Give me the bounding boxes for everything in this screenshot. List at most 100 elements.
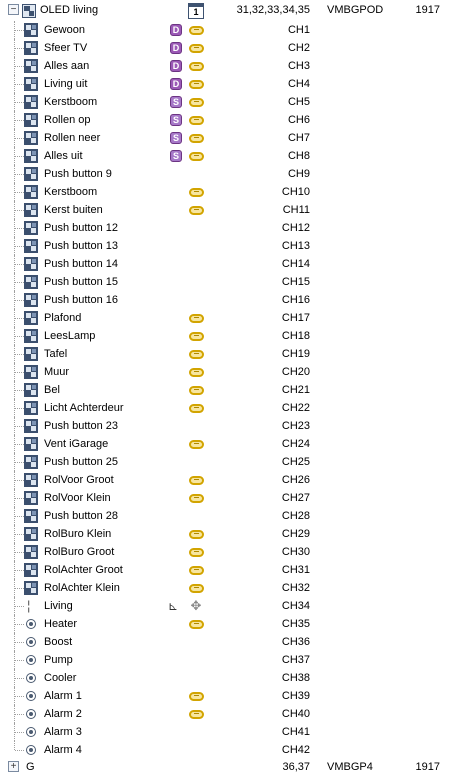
tree-line	[15, 48, 24, 49]
link-chain-icon[interactable]	[189, 548, 204, 557]
row-channel: CH38	[281, 672, 310, 684]
link-chain-icon[interactable]	[189, 314, 204, 323]
tree-parent-oled-living[interactable]: − OLED living 1 31,32,33,34,35 VMBGPOD 1…	[0, 0, 449, 21]
tree-row[interactable]: Sfeer TV D CH2	[0, 39, 449, 57]
row-channel: CH8	[287, 150, 310, 162]
tree-row[interactable]: Push button 25 CH25	[0, 453, 449, 471]
row-channel: CH10	[281, 186, 310, 198]
tree-row[interactable]: Bel CH21	[0, 381, 449, 399]
link-chain-icon[interactable]	[189, 620, 204, 629]
tree-row[interactable]: Rollen op S CH6	[0, 111, 449, 129]
link-chain-icon[interactable]	[189, 350, 204, 359]
link-chain-icon[interactable]	[189, 26, 204, 35]
link-chain-icon[interactable]	[189, 692, 204, 701]
tree-line	[15, 282, 24, 283]
link-chain-icon[interactable]	[189, 404, 204, 413]
row-label: Kerstboom	[44, 186, 98, 198]
tree-row[interactable]: Kerst buiten CH11	[0, 201, 449, 219]
link-chain-icon[interactable]	[189, 62, 204, 71]
link-chain-icon[interactable]	[189, 188, 204, 197]
tree-row-output[interactable]: Cooler CH38	[0, 669, 449, 687]
push-button-icon	[24, 581, 38, 595]
link-chain-icon[interactable]	[189, 98, 204, 107]
link-chain-icon[interactable]	[189, 440, 204, 449]
link-chain-icon[interactable]	[189, 134, 204, 143]
move-icon[interactable]: ✥	[188, 599, 204, 613]
push-button-icon	[24, 257, 38, 271]
next-parent-number: 1917	[415, 761, 440, 773]
tree-row[interactable]: LeesLamp CH18	[0, 327, 449, 345]
tree-row-output[interactable]: Pump CH37	[0, 651, 449, 669]
push-button-icon	[24, 185, 38, 199]
link-chain-icon[interactable]	[189, 494, 204, 503]
tree-line	[15, 732, 24, 733]
gauge-icon[interactable]: ⊾	[168, 599, 184, 613]
link-chain-icon[interactable]	[189, 332, 204, 341]
next-parent-model: VMBGP4	[327, 761, 373, 773]
link-chain-icon[interactable]	[189, 206, 204, 215]
tree-row[interactable]: Kerstboom S CH5	[0, 93, 449, 111]
tree-row[interactable]: RolAchter Groot CH31	[0, 561, 449, 579]
link-chain-icon[interactable]	[189, 476, 204, 485]
link-chain-icon[interactable]	[189, 44, 204, 53]
link-chain-icon[interactable]	[189, 80, 204, 89]
tree-line	[15, 570, 24, 571]
row-channel: CH1	[287, 24, 310, 36]
push-button-icon	[24, 527, 38, 541]
link-chain-icon[interactable]	[189, 710, 204, 719]
link-chain-icon[interactable]	[189, 530, 204, 539]
tree-row-output[interactable]: Alarm 2 CH40	[0, 705, 449, 723]
tree-line	[15, 696, 24, 697]
tree-row[interactable]: Push button 13 CH13	[0, 237, 449, 255]
row-channel: CH34	[281, 600, 310, 612]
tree-row[interactable]: Tafel CH19	[0, 345, 449, 363]
expand-toggle-icon[interactable]: +	[8, 761, 19, 772]
radio-output-icon	[26, 673, 36, 683]
link-chain-icon[interactable]	[189, 116, 204, 125]
tree-row-output[interactable]: Heater CH35	[0, 615, 449, 633]
tree-row[interactable]: Licht Achterdeur CH22	[0, 399, 449, 417]
tree-row-output[interactable]: Alarm 1 CH39	[0, 687, 449, 705]
tree-row[interactable]: Alles aan D CH3	[0, 57, 449, 75]
tree-row-thermostat[interactable]: ¦ Living ⊾ ✥ CH34	[0, 597, 449, 615]
tree-row[interactable]: Vent iGarage CH24	[0, 435, 449, 453]
tree-row-output[interactable]: Alarm 4 CH42	[0, 741, 449, 759]
tree-row[interactable]: Push button 14 CH14	[0, 255, 449, 273]
link-chain-icon[interactable]	[189, 152, 204, 161]
tree-row-output[interactable]: Alarm 3 CH41	[0, 723, 449, 741]
tree-row[interactable]: Push button 9 CH9	[0, 165, 449, 183]
collapse-toggle-icon[interactable]: −	[8, 4, 19, 15]
link-chain-icon[interactable]	[189, 386, 204, 395]
tree-row[interactable]: RolBuro Groot CH30	[0, 543, 449, 561]
tree-row[interactable]: RolBuro Klein CH29	[0, 525, 449, 543]
tree-row[interactable]: Rollen neer S CH7	[0, 129, 449, 147]
tree-row[interactable]: Push button 28 CH28	[0, 507, 449, 525]
tree-line	[15, 192, 24, 193]
thermometer-icon: ¦	[27, 598, 31, 613]
row-label: Vent iGarage	[44, 438, 109, 450]
tree-row[interactable]: Push button 15 CH15	[0, 273, 449, 291]
dimmer-badge-icon: D	[170, 24, 182, 36]
row-label: Pump	[44, 654, 73, 666]
tree-row[interactable]: Push button 12 CH12	[0, 219, 449, 237]
tree-row[interactable]: Gewoon D CH1	[0, 21, 449, 39]
tree-row[interactable]: RolAchter Klein CH32	[0, 579, 449, 597]
link-chain-icon[interactable]	[189, 566, 204, 575]
tree-row[interactable]: RolVoor Groot CH26	[0, 471, 449, 489]
link-chain-icon[interactable]	[189, 584, 204, 593]
tree-row[interactable]: Plafond CH17	[0, 309, 449, 327]
tree-row[interactable]: Alles uit S CH8	[0, 147, 449, 165]
tree-row[interactable]: Kerstboom CH10	[0, 183, 449, 201]
tree-row[interactable]: Muur CH20	[0, 363, 449, 381]
tree-line	[15, 84, 24, 85]
tree-parent-next[interactable]: + G 36,37 VMBGP4 1917	[0, 758, 449, 776]
tree-row-output[interactable]: Boost CH36	[0, 633, 449, 651]
tree-row[interactable]: Living uit D CH4	[0, 75, 449, 93]
tree-row[interactable]: RolVoor Klein CH27	[0, 489, 449, 507]
row-channel: CH16	[281, 294, 310, 306]
tree-row[interactable]: Push button 16 CH16	[0, 291, 449, 309]
link-chain-icon[interactable]	[189, 368, 204, 377]
tree-row[interactable]: Push button 23 CH23	[0, 417, 449, 435]
parent-name: OLED living	[40, 4, 99, 16]
row-label: LeesLamp	[44, 330, 96, 342]
